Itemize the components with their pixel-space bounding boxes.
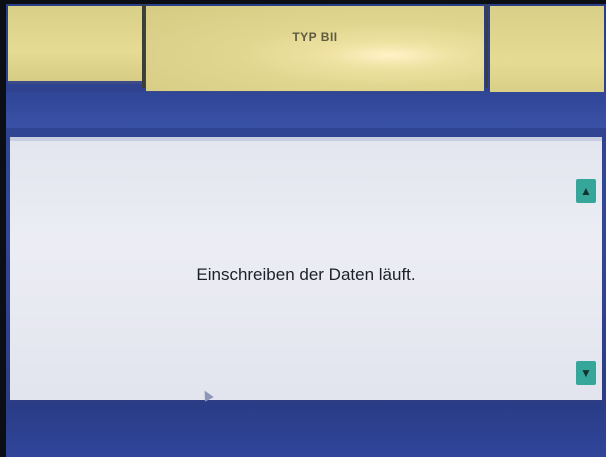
- mouse-pointer-icon: [200, 388, 214, 402]
- scroll-up-button[interactable]: ▲: [576, 179, 596, 203]
- up-arrow-icon: ▲: [580, 184, 592, 198]
- footer-frame: [6, 404, 606, 457]
- down-arrow-icon: ▼: [580, 366, 592, 380]
- scroll-down-button[interactable]: ▼: [576, 361, 596, 385]
- tab-divider: [142, 4, 145, 88]
- tab-left[interactable]: [8, 6, 142, 84]
- header-frame: [6, 92, 606, 128]
- tab-divider: [485, 4, 488, 88]
- tab-typ-bii[interactable]: TYP BII: [146, 6, 484, 94]
- message-panel: ▲ Einschreiben der Daten läuft. ▼: [10, 137, 602, 402]
- device-screen: TYP BII ▲ Einschreiben der Daten läuft. …: [6, 4, 606, 457]
- status-message: Einschreiben der Daten läuft.: [196, 265, 416, 284]
- tab-typ-bii-label: TYP BII: [292, 30, 338, 44]
- tab-bar: TYP BII: [6, 4, 606, 102]
- tab-right[interactable]: [490, 6, 604, 102]
